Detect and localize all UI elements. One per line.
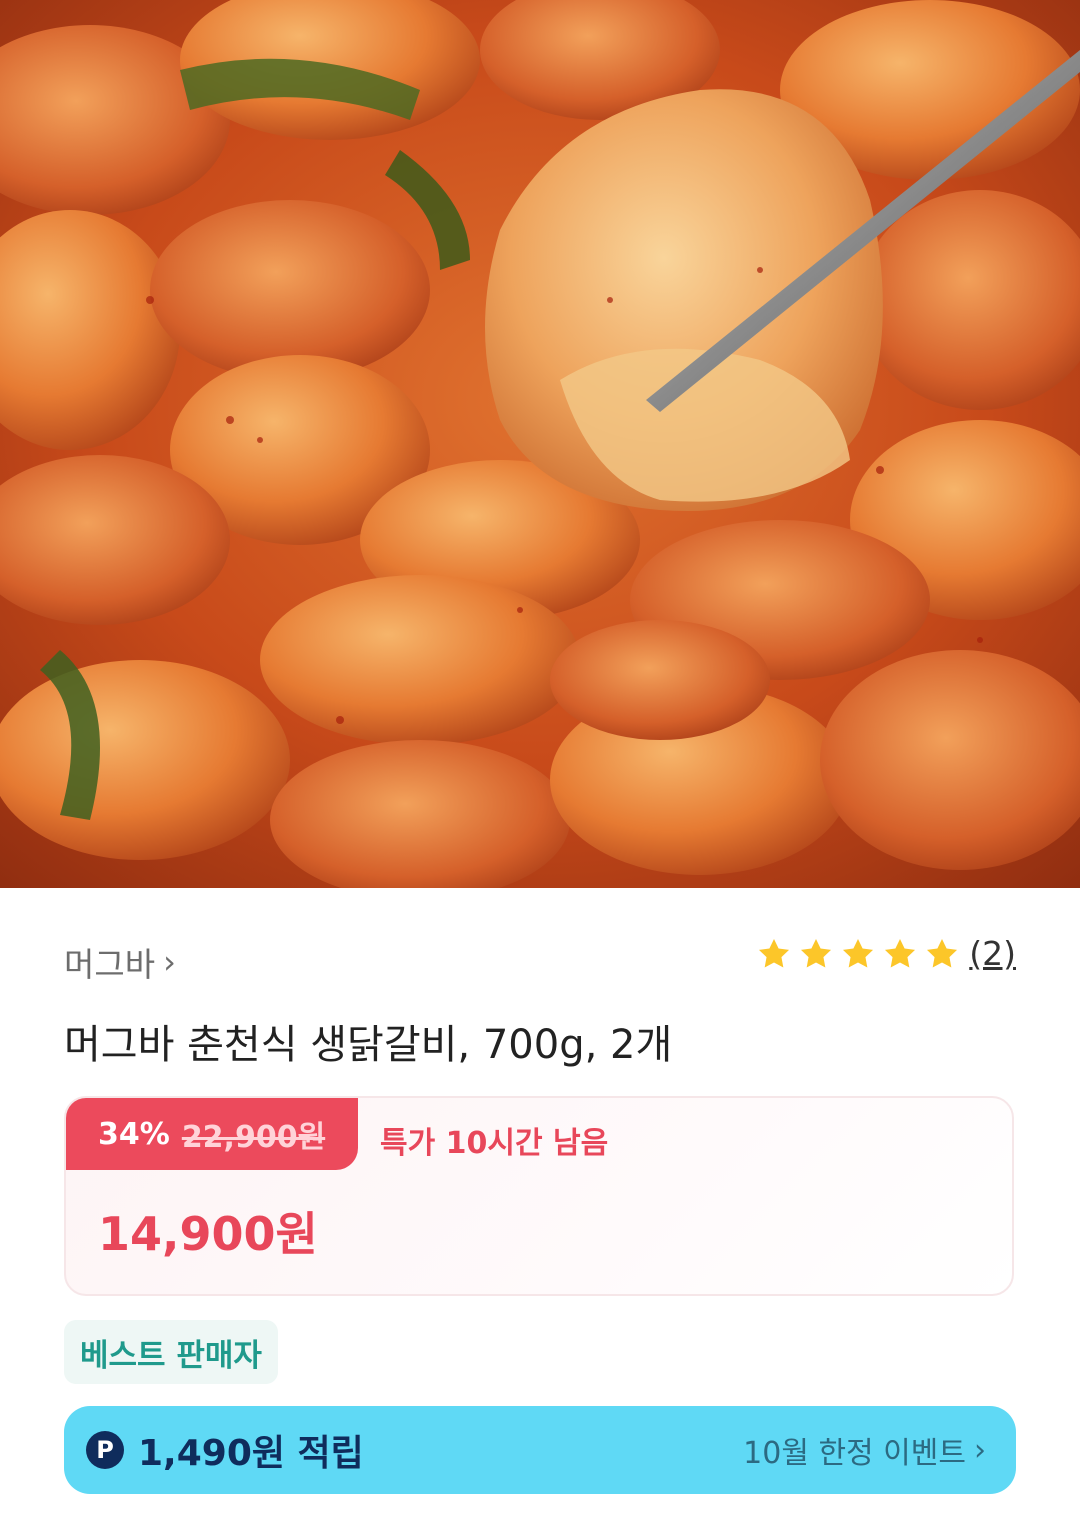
best-seller-badge: 베스트 판매자 — [64, 1320, 278, 1384]
star-icon — [843, 938, 874, 967]
badge-label: 베스트 판매자 — [80, 1337, 262, 1374]
chevron-right-icon: › — [974, 1432, 986, 1468]
discount-rate: 34% — [98, 1116, 170, 1152]
price-box: 34% 22,900원 특가 10시간 남음 14,900원 — [64, 1096, 1014, 1296]
product-hero-image[interactable] — [0, 0, 1080, 888]
rating-stars — [755, 935, 961, 973]
review-count-link[interactable]: (2) — [969, 934, 1016, 973]
star-icon — [801, 938, 832, 967]
points-icon: P — [86, 1431, 124, 1469]
brand-name: 머그바 — [64, 945, 156, 984]
brand-link[interactable]: 머그바 › — [64, 938, 176, 986]
original-price: 22,900원 — [181, 1120, 326, 1155]
points-banner[interactable]: P 1,490원 적립 10월 한정 이벤트 › — [64, 1406, 1016, 1494]
star-icon — [885, 938, 916, 967]
food-illustration — [0, 0, 1080, 888]
product-title: 머그바 춘천식 생닭갈비, 700g, 2개 — [64, 1022, 673, 1068]
chevron-right-icon: › — [163, 943, 176, 981]
points-amount: 1,490원 적립 — [138, 1433, 364, 1474]
event-link[interactable]: 10월 한정 이벤트 › — [743, 1428, 986, 1472]
deal-timer: 특가 10시간 남음 — [380, 1126, 609, 1161]
event-label: 10월 한정 이벤트 — [743, 1436, 966, 1471]
sale-price: 14,900원 — [98, 1207, 318, 1261]
star-icon — [927, 938, 958, 967]
star-icon — [759, 938, 790, 967]
rating[interactable]: (2) — [755, 934, 1016, 973]
discount-tag: 34% 22,900원 — [66, 1098, 358, 1170]
